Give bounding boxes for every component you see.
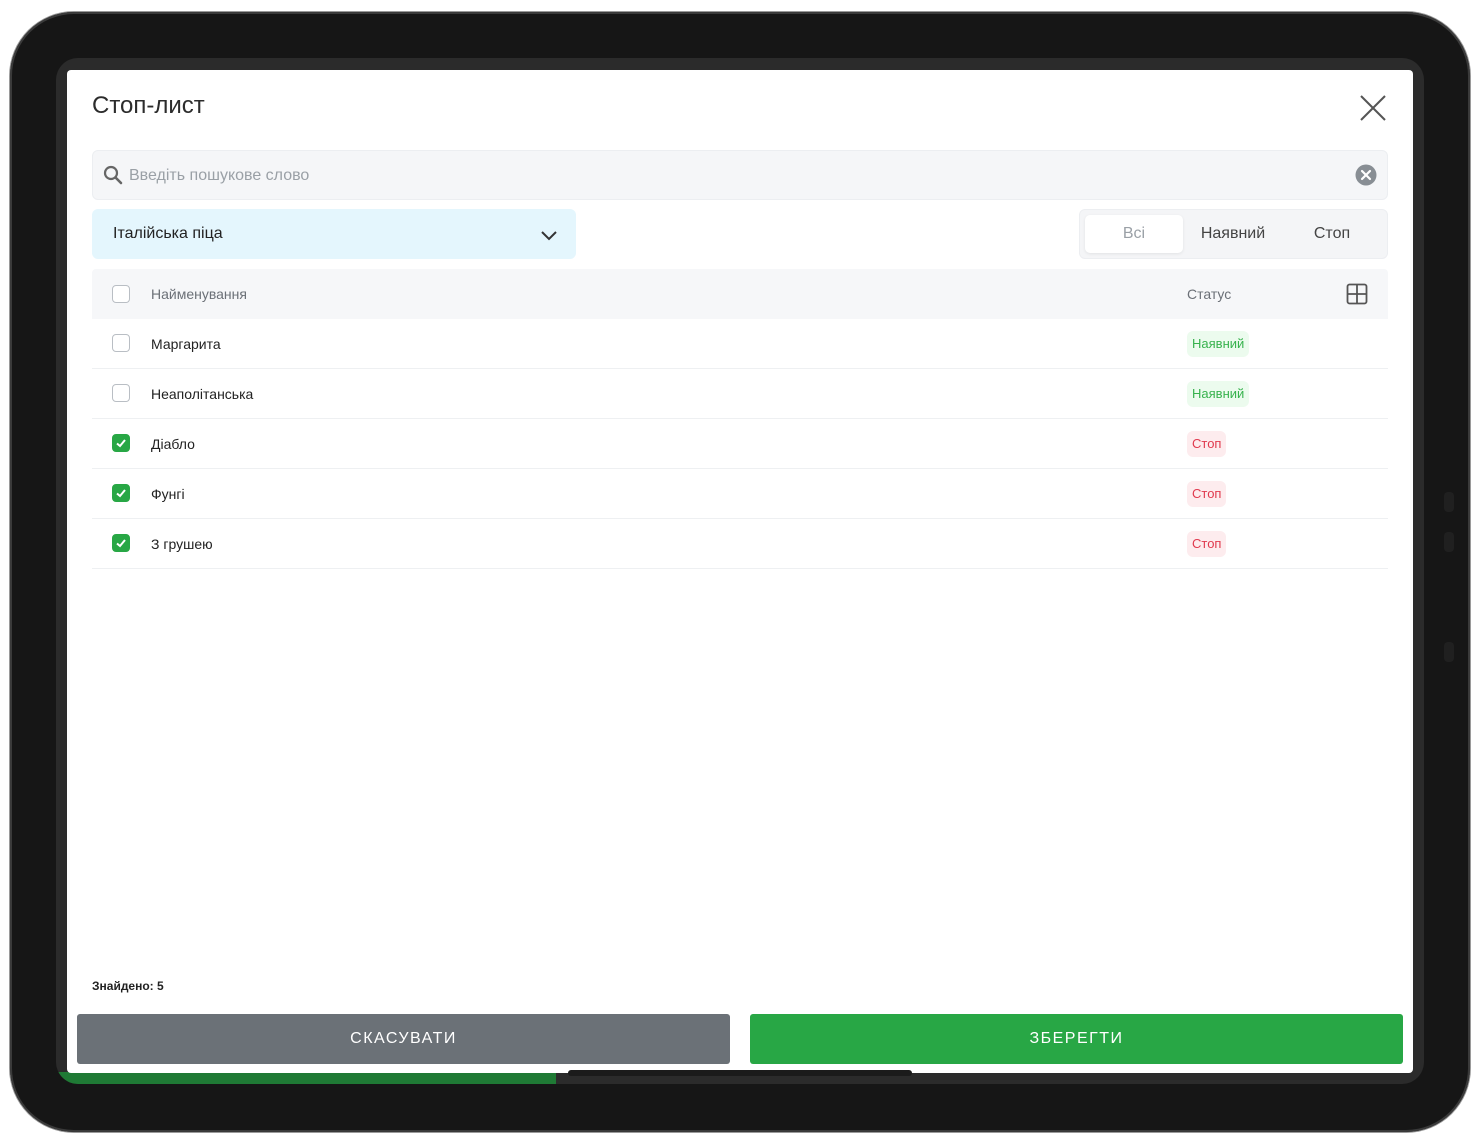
table-row[interactable]: Маргарита Наявний	[92, 319, 1388, 369]
item-name: Діабло	[151, 436, 195, 452]
device-side-button	[1444, 532, 1454, 552]
device-side-button	[1444, 642, 1454, 662]
filter-option-stop[interactable]: Стоп	[1283, 215, 1381, 253]
status-badge: Стоп	[1187, 431, 1227, 457]
category-selected-label: Італійська піца	[113, 225, 223, 242]
status-badge: Стоп	[1187, 531, 1227, 557]
close-button[interactable]	[1355, 90, 1391, 126]
item-name: Неаполітанська	[151, 386, 254, 402]
status-badge: Наявний	[1187, 331, 1250, 357]
cancel-button[interactable]: СКАСУВАТИ	[77, 1014, 730, 1064]
save-button[interactable]: ЗБЕРЕГТИ	[750, 1014, 1403, 1064]
row-checkbox[interactable]	[112, 484, 130, 502]
stop-list-modal: Стоп-лист Італійська піца Всі Наявний Ст…	[67, 70, 1413, 1073]
search-bar	[92, 150, 1388, 200]
modal-title: Стоп-лист	[92, 92, 205, 119]
table-row[interactable]: Неаполітанська Наявний	[92, 369, 1388, 419]
item-name: З грушею	[151, 536, 213, 552]
status-badge: Стоп	[1187, 481, 1227, 507]
search-input[interactable]	[127, 159, 1311, 193]
table-header: Найменування Статус	[92, 269, 1388, 319]
filter-option-all[interactable]: Всі	[1085, 215, 1183, 253]
found-count: Знайдено: 5	[92, 979, 164, 993]
row-checkbox[interactable]	[112, 334, 130, 352]
select-all-checkbox[interactable]	[112, 285, 130, 303]
grid-view-icon[interactable]	[1346, 283, 1368, 305]
clear-search-icon[interactable]	[1355, 164, 1377, 186]
table-row[interactable]: З грушею Стоп	[92, 519, 1388, 569]
close-icon	[1360, 95, 1386, 121]
checkmark-icon	[116, 439, 126, 448]
row-checkbox[interactable]	[112, 384, 130, 402]
checkmark-icon	[116, 489, 126, 498]
category-dropdown[interactable]: Італійська піца	[92, 209, 576, 259]
home-indicator	[568, 1070, 912, 1076]
items-table: Найменування Статус Маргарита Наявний Не…	[92, 269, 1388, 569]
background-app-strip	[56, 1072, 556, 1084]
filter-option-available[interactable]: Наявний	[1184, 215, 1282, 253]
status-badge: Наявний	[1187, 381, 1250, 407]
device-side-button	[1444, 492, 1454, 512]
table-row[interactable]: Діабло Стоп	[92, 419, 1388, 469]
chevron-down-icon	[541, 231, 557, 241]
column-header-status: Статус	[1187, 286, 1232, 302]
status-filter-segmented: Всі Наявний Стоп	[1079, 209, 1388, 259]
table-row[interactable]: Фунгі Стоп	[92, 469, 1388, 519]
item-name: Маргарита	[151, 336, 221, 352]
checkmark-icon	[116, 539, 126, 548]
item-name: Фунгі	[151, 486, 185, 502]
row-checkbox[interactable]	[112, 534, 130, 552]
row-checkbox[interactable]	[112, 434, 130, 452]
column-header-name: Найменування	[151, 286, 247, 302]
search-icon	[103, 165, 123, 185]
